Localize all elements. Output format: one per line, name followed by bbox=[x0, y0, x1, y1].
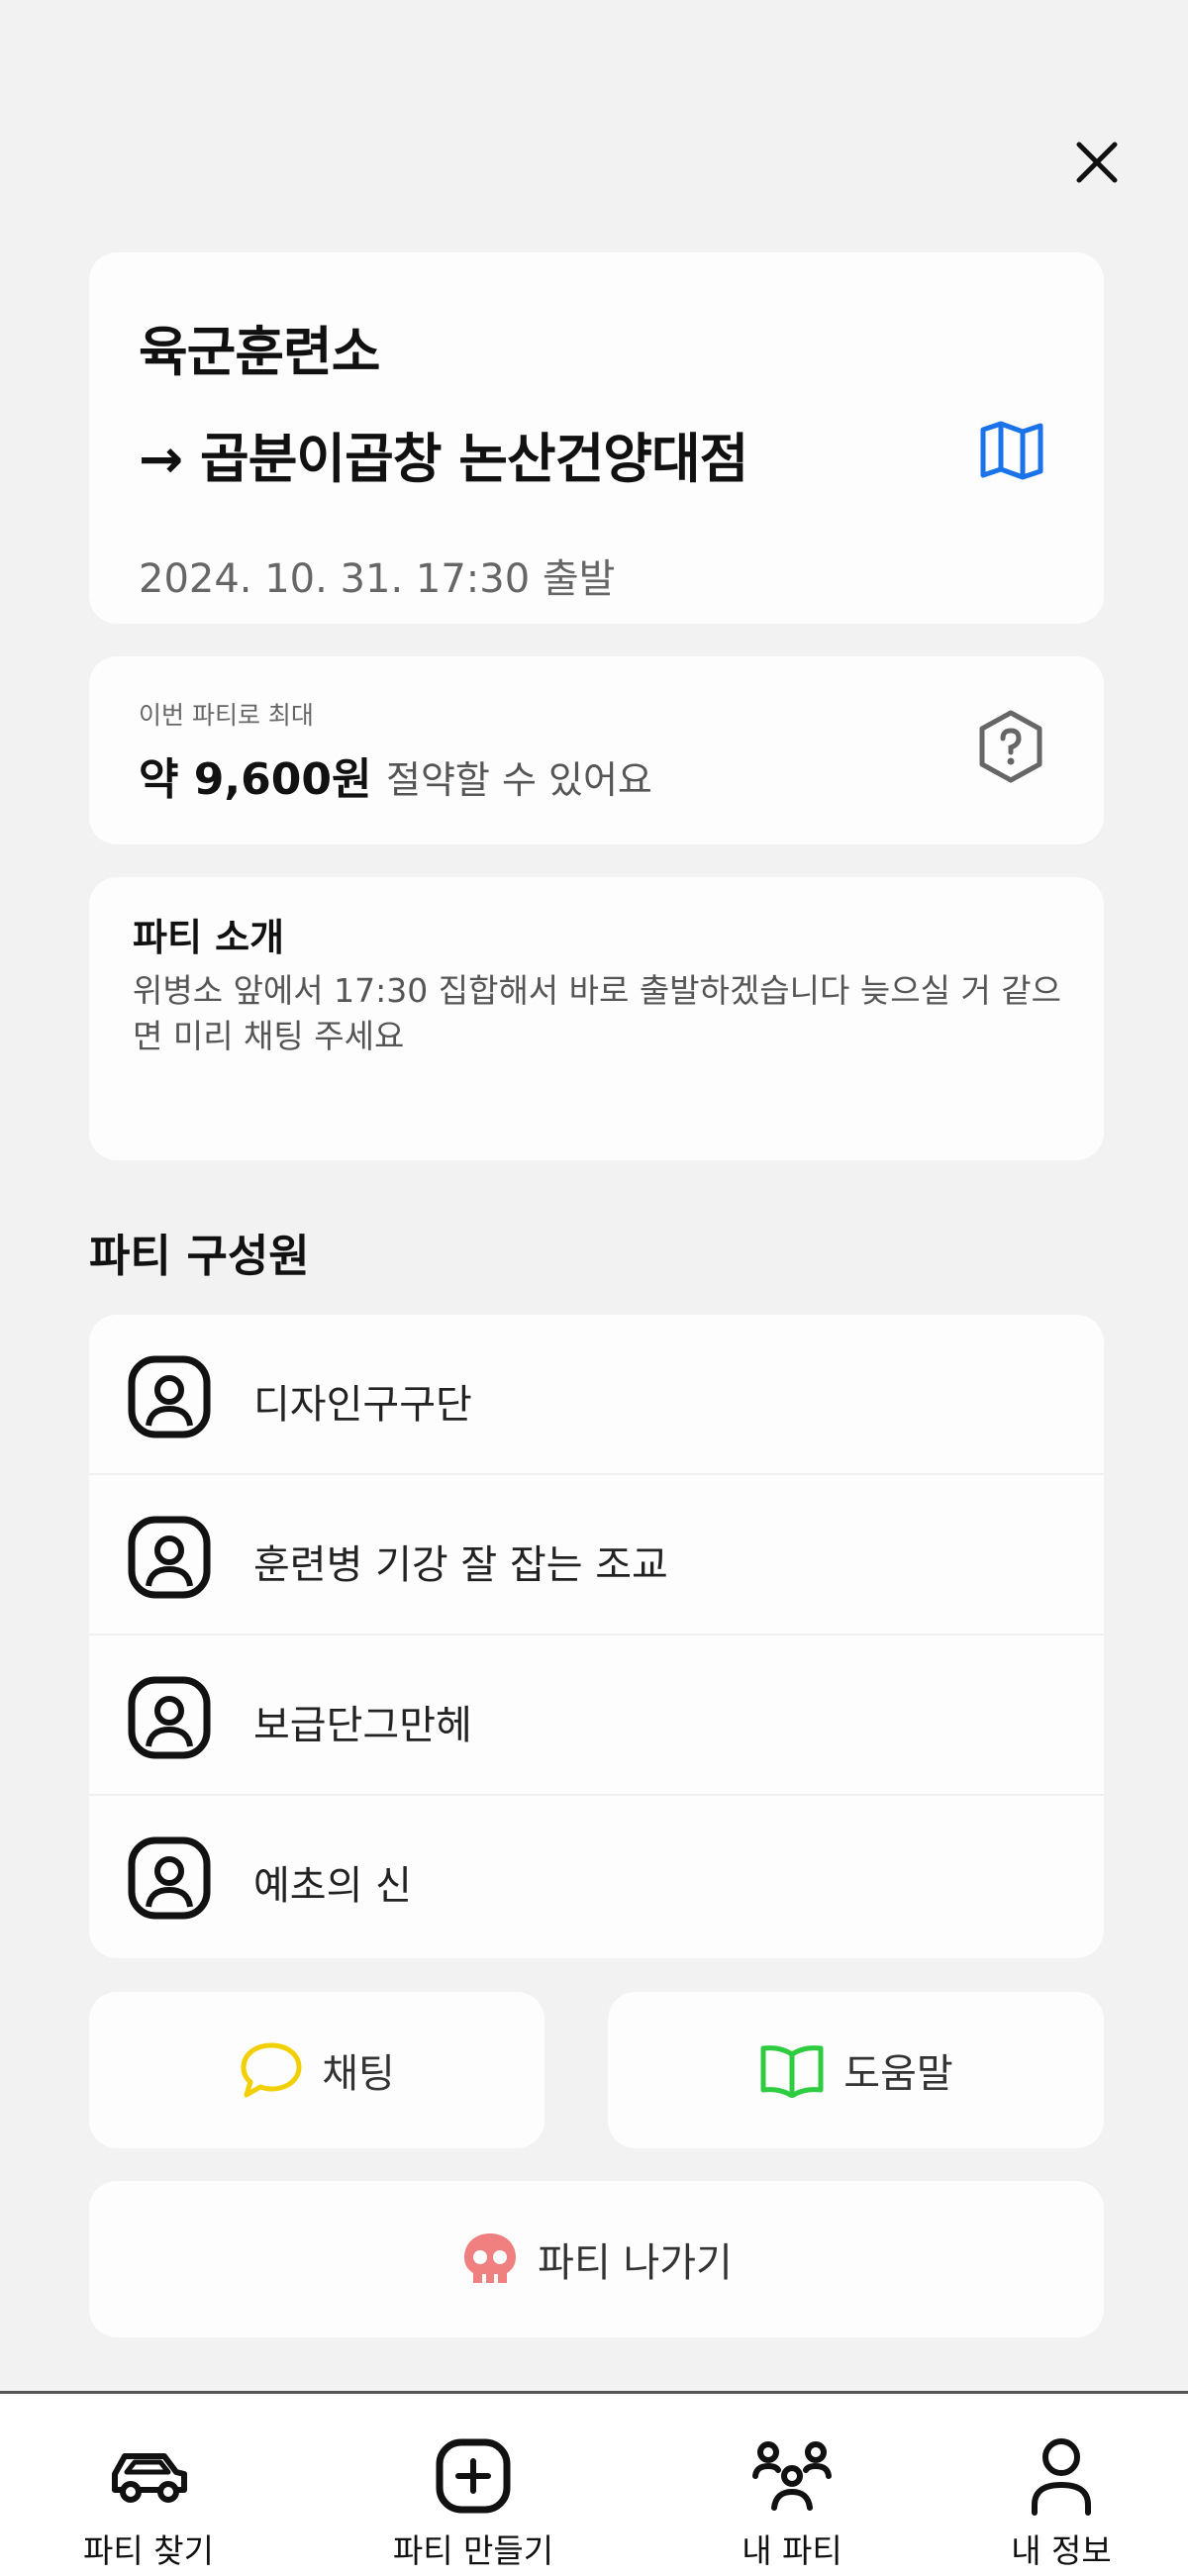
person-icon bbox=[1032, 2438, 1091, 2516]
savings-amount: 약 9,600원 bbox=[139, 754, 372, 805]
leave-party-button[interactable]: 파티 나가기 bbox=[89, 2181, 1104, 2337]
car-icon bbox=[112, 2453, 187, 2503]
members-list: 디자인구구단 훈련병 기강 잘 잡는 조교 보급단그만헤 예초의 신 bbox=[89, 1315, 1104, 1958]
member-name: 보급단그만헤 bbox=[253, 1703, 472, 1748]
nav-profile[interactable]: 내 정보 bbox=[962, 2394, 1160, 2576]
member-name: 예초의 신 bbox=[253, 1863, 412, 1909]
members-heading: 파티 구성원 bbox=[89, 1230, 310, 1282]
nav-create-party[interactable]: 파티 만들기 bbox=[374, 2394, 572, 2576]
help-label: 도움말 bbox=[843, 2051, 953, 2097]
party-intro-card: 파티 소개 위병소 앞에서 17:30 집합해서 바로 출발하겠습니다 늦으실 … bbox=[89, 877, 1104, 1160]
user-avatar-icon bbox=[128, 1836, 211, 1920]
member-row[interactable]: 예초의 신 bbox=[89, 1796, 1104, 1956]
user-avatar-icon bbox=[128, 1676, 211, 1759]
map-icon bbox=[980, 421, 1043, 480]
savings-suffix: 절약할 수 있어요 bbox=[386, 758, 652, 802]
savings-info-button[interactable] bbox=[968, 704, 1053, 789]
intro-body: 위병소 앞에서 17:30 집합해서 바로 출발하겠습니다 늦으실 거 같으면 … bbox=[133, 971, 1062, 1055]
book-open-icon bbox=[760, 2045, 824, 2098]
route-origin: 육군훈련소 bbox=[139, 321, 380, 383]
savings-card: 이번 파티로 최대 약 9,600원 절약할 수 있어요 bbox=[89, 656, 1104, 844]
member-row[interactable]: 디자인구구단 bbox=[89, 1315, 1104, 1475]
intro-title: 파티 소개 bbox=[133, 916, 285, 959]
member-name: 디자인구구단 bbox=[253, 1382, 472, 1428]
member-name: 훈련병 기강 잘 잡는 조교 bbox=[253, 1542, 668, 1588]
departure-time: 2024. 10. 31. 17:30 출발 bbox=[139, 556, 616, 602]
member-row[interactable]: 훈련병 기강 잘 잡는 조교 bbox=[89, 1475, 1104, 1635]
nav-label: 내 정보 bbox=[1011, 2531, 1112, 2570]
map-button[interactable] bbox=[972, 411, 1051, 490]
route-destination: → 곱분이곱창 논산건양대점 bbox=[139, 428, 748, 490]
question-hexagon-icon bbox=[979, 710, 1042, 783]
nav-find-party[interactable]: 파티 찾기 bbox=[50, 2394, 248, 2576]
savings-caption: 이번 파티로 최대 bbox=[139, 701, 314, 730]
nav-label: 파티 찾기 bbox=[83, 2531, 214, 2570]
close-icon bbox=[1076, 142, 1118, 183]
nav-label: 내 파티 bbox=[742, 2531, 842, 2570]
close-button[interactable] bbox=[1069, 135, 1125, 190]
user-avatar-icon bbox=[128, 1516, 211, 1599]
skull-icon bbox=[464, 2233, 517, 2283]
bottom-nav: 파티 찾기 파티 만들기 내 파티 내 정보 bbox=[0, 2391, 1188, 2576]
chat-button[interactable]: 채팅 bbox=[89, 1992, 544, 2148]
help-button[interactable]: 도움말 bbox=[608, 1992, 1104, 2148]
route-card: 육군훈련소 → 곱분이곱창 논산건양대점 2024. 10. 31. 17:30… bbox=[89, 252, 1104, 624]
user-avatar-icon bbox=[128, 1355, 211, 1438]
chat-bubble-icon bbox=[241, 2042, 302, 2098]
member-row[interactable]: 보급단그만헤 bbox=[89, 1635, 1104, 1796]
group-icon bbox=[752, 2441, 832, 2511]
nav-my-party[interactable]: 내 파티 bbox=[693, 2394, 891, 2576]
nav-label: 파티 만들기 bbox=[392, 2531, 554, 2570]
chat-label: 채팅 bbox=[322, 2051, 395, 2097]
plus-square-icon bbox=[436, 2438, 511, 2514]
leave-party-label: 파티 나가기 bbox=[538, 2240, 733, 2286]
